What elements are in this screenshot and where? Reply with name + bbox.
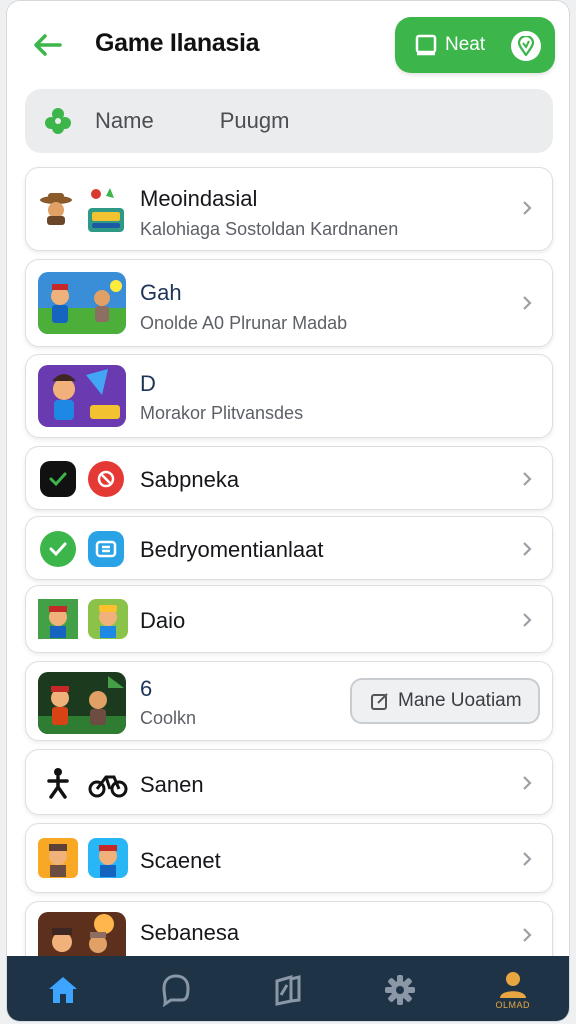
- filter-bar: Name Puugm: [25, 89, 553, 153]
- list-item[interactable]: 6 Coolkn Mane Uoatiam: [25, 661, 553, 741]
- home-icon: [49, 976, 78, 1003]
- item-subtitle: Coolkn: [140, 708, 197, 728]
- checkbox-checked-icon[interactable]: [40, 461, 76, 497]
- person-icon: [40, 765, 76, 801]
- list-item[interactable]: Gah Onolde A0 Plrunar Madab: [25, 259, 553, 347]
- header: Game Ilanasia Neat: [7, 1, 569, 87]
- chevron-right-icon: [523, 472, 532, 486]
- chat-icon: [162, 973, 190, 1007]
- item-title: Sabpneka: [140, 467, 240, 492]
- item-title: Scaenet: [140, 848, 221, 873]
- profile-icon: [499, 971, 526, 998]
- page-title: Game Ilanasia: [95, 29, 260, 57]
- nav-profile[interactable]: OLMAD: [483, 960, 543, 1020]
- list-item[interactable]: Bedryomentianlaat: [25, 516, 553, 580]
- filter-second[interactable]: Puugm: [220, 108, 290, 134]
- flower-game-icon: [84, 184, 128, 236]
- list-item[interactable]: Meoindasial Kalohiaga Sostoldan Kardnane…: [25, 167, 553, 251]
- nav-library[interactable]: [258, 960, 318, 1020]
- cycling-icon: [86, 765, 130, 801]
- miner-game-icon: [38, 599, 78, 639]
- nav-home[interactable]: [33, 960, 93, 1020]
- app-frame: Game Ilanasia Neat Name Puugm Meoindasia…: [6, 0, 570, 1022]
- nav-settings[interactable]: [370, 960, 430, 1020]
- next-button[interactable]: Neat: [395, 17, 555, 73]
- edit-icon: [371, 693, 388, 710]
- blue-app-icon: [88, 531, 124, 567]
- cowboy-game-icon: [38, 190, 74, 226]
- next-button-label: Neat: [445, 34, 486, 55]
- manage-button[interactable]: Mane Uoatiam: [350, 678, 540, 724]
- adventure-game-thumb: [38, 272, 126, 334]
- item-subtitle: Morakor Plitvansdes: [140, 403, 304, 423]
- puzzle-icon: [41, 104, 75, 138]
- checkbox-checked-icon[interactable]: [40, 531, 76, 567]
- chevron-right-icon: [523, 776, 532, 790]
- item-title: 6: [140, 676, 153, 701]
- profile-label: OLMAD: [495, 999, 530, 1010]
- jungle-game-thumb: [38, 672, 126, 734]
- item-title: Gah: [140, 280, 182, 305]
- chevron-right-icon: [523, 613, 532, 627]
- chevron-right-icon: [523, 928, 532, 942]
- list-item[interactable]: Sanen: [25, 749, 553, 815]
- library-icon: [275, 974, 301, 1006]
- list-item[interactable]: Sabpneka: [25, 446, 553, 510]
- manage-button-label: Mane Uoatiam: [398, 690, 522, 711]
- bottom-nav: OLMAD: [7, 956, 569, 1021]
- chevron-right-icon: [523, 852, 532, 866]
- item-subtitle: Kalohiaga Sostoldan Kardnanen: [140, 219, 399, 239]
- list-item[interactable]: Daio: [25, 585, 553, 653]
- item-subtitle: Onolde A0 Plrunar Madab: [140, 313, 348, 333]
- item-title: Meoindasial: [140, 186, 258, 211]
- item-title: Sanen: [140, 772, 204, 797]
- item-title: D: [140, 371, 156, 396]
- list-item[interactable]: D Morakor Plitvansdes: [25, 354, 553, 438]
- runner-game-icon: [38, 838, 78, 878]
- filter-name[interactable]: Name: [95, 108, 154, 134]
- chevron-right-icon: [523, 201, 532, 215]
- settings-icon: [385, 974, 416, 1005]
- back-arrow-icon: [34, 34, 62, 56]
- item-title: Sebanesa: [140, 920, 240, 945]
- list-item[interactable]: Scaenet: [25, 823, 553, 893]
- square-icon: [415, 34, 437, 56]
- red-app-icon: [88, 461, 124, 497]
- kid-game-icon: [88, 838, 128, 878]
- nav-chat[interactable]: [146, 960, 206, 1020]
- hero-game-thumb: [38, 365, 126, 427]
- chevron-right-icon: [523, 296, 532, 310]
- chevron-right-icon: [523, 542, 532, 556]
- item-title: Bedryomentianlaat: [140, 537, 324, 562]
- back-button[interactable]: [29, 27, 65, 63]
- location-pin-icon[interactable]: [511, 31, 541, 61]
- worker-game-icon: [88, 599, 128, 639]
- item-title: Daio: [140, 608, 186, 633]
